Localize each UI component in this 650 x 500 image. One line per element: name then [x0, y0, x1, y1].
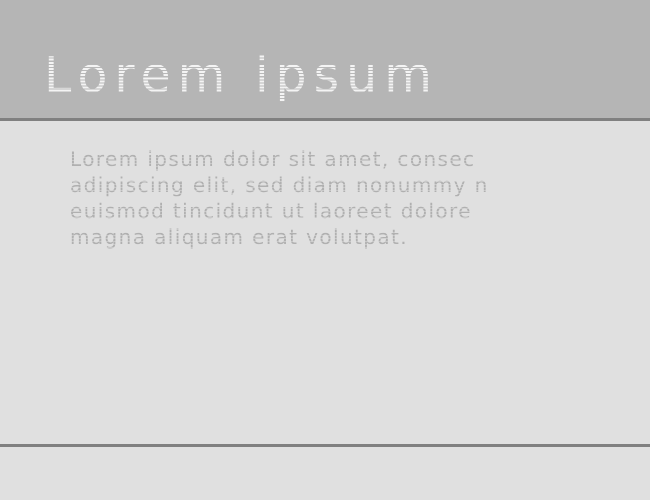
- specimen-line: euismod tincidunt ut laoreet dolore: [70, 199, 472, 223]
- specimen-line: adipiscing elit, sed diam nonummy n: [70, 173, 489, 197]
- specimen-paragraph: Lorem ipsum dolor sit amet, consec adipi…: [64, 140, 650, 256]
- footer-bar: DEMO BY TTFONTS.NET...: [0, 447, 650, 500]
- specimen-title: Lorem ipsum: [34, 37, 449, 115]
- specimen-line: magna aliquam erat volutpat.: [70, 225, 409, 249]
- font-specimen-page: Lorem ipsum Lorem ipsum dolor sit amet, …: [0, 0, 650, 500]
- header-band: Lorem ipsum: [0, 0, 650, 118]
- specimen-line: Lorem ipsum dolor sit amet, consec: [70, 147, 476, 171]
